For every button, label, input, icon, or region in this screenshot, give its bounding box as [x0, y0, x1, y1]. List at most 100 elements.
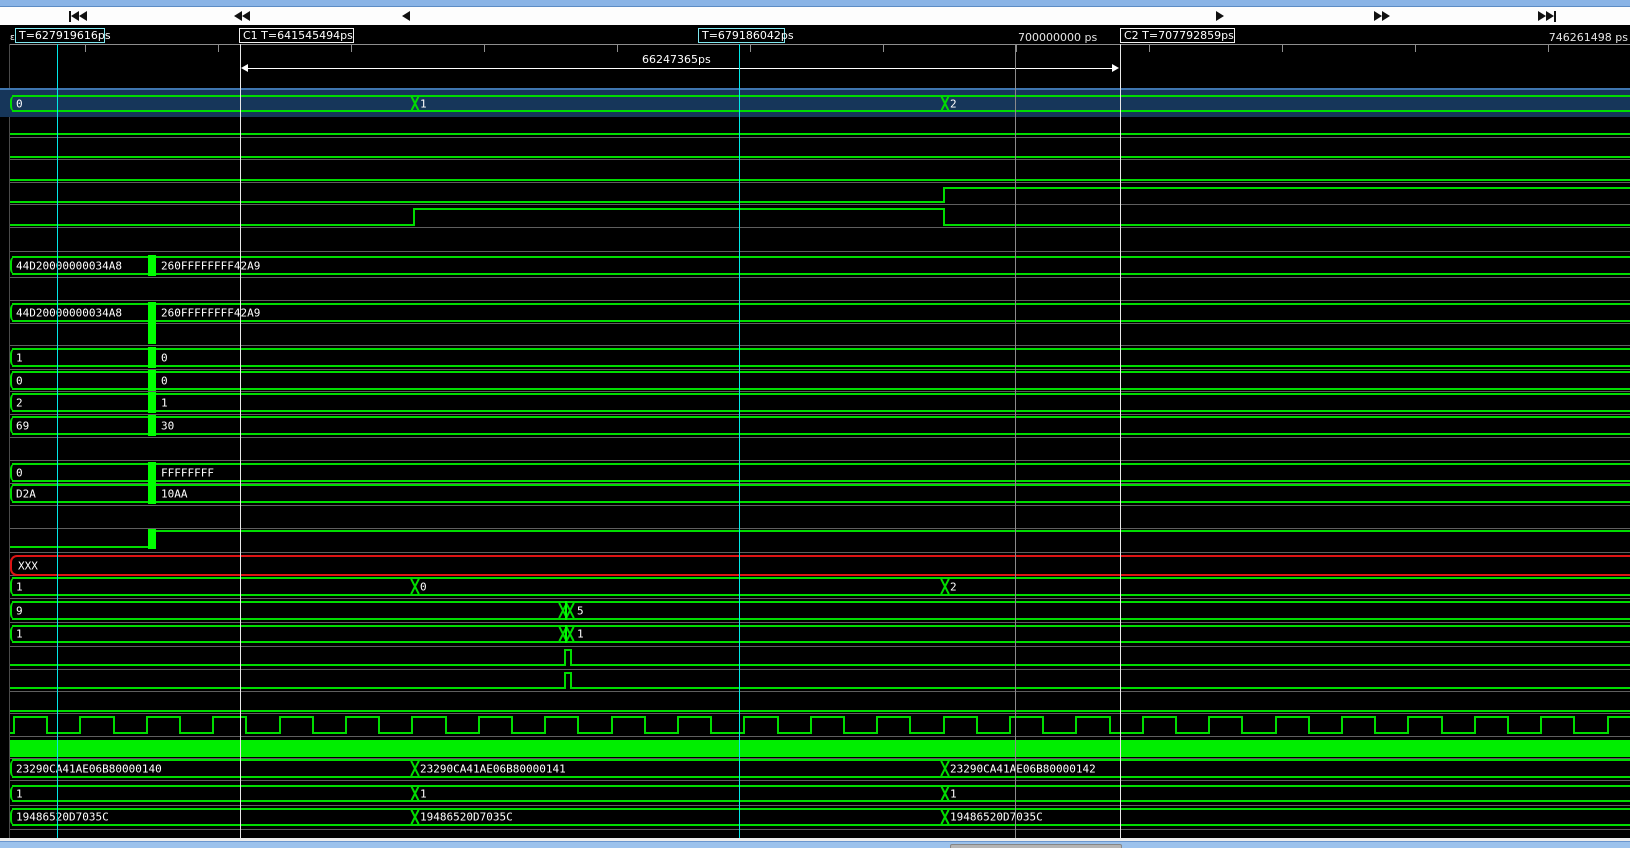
bus-value: 0	[161, 374, 168, 387]
fast-forward-icon[interactable]	[1374, 10, 1390, 22]
row-separator	[10, 437, 1630, 438]
clock-edge	[1341, 716, 1343, 734]
bus-bottom-line	[12, 776, 1630, 778]
clock-edge	[611, 716, 613, 734]
bus-glitch-icon	[565, 601, 567, 620]
bus-value: 260FFFFFFFF42A9	[161, 306, 260, 319]
clock-line	[412, 716, 445, 718]
bus-transition-icon	[940, 578, 948, 595]
bus-value: 0	[420, 580, 427, 593]
bus-top-line	[12, 371, 1630, 373]
bus-value: 2	[950, 580, 957, 593]
bus-left-cap	[10, 463, 18, 482]
marker-box-c2[interactable]: C2 T=707792859ps	[1120, 28, 1235, 43]
bus-value: 1	[420, 787, 427, 800]
bus-bottom-line	[12, 410, 1630, 412]
signal-edge	[564, 649, 566, 666]
bus-transition-icon	[410, 760, 418, 777]
signal-line	[10, 201, 944, 203]
bus-left-cap	[10, 416, 18, 435]
signal-line	[10, 224, 414, 226]
timescale-tick	[85, 45, 86, 52]
clock-edge	[478, 716, 480, 734]
bus-glitch-icon	[148, 370, 156, 391]
arrow-head-left	[241, 64, 248, 72]
timescale-tick	[750, 45, 751, 52]
bus-left-cap	[10, 303, 18, 322]
clock-line	[645, 732, 678, 734]
marker-box-t[interactable]: T=679186042ps	[698, 28, 785, 43]
clock-edge	[1407, 716, 1409, 734]
clock-line	[1574, 732, 1607, 734]
clock-line	[512, 732, 545, 734]
timescale-tick	[484, 45, 485, 52]
bus-bottom-line	[12, 800, 1630, 802]
clock-line	[877, 716, 910, 718]
clock-line	[1176, 732, 1209, 734]
clock-line	[1209, 716, 1242, 718]
clock-edge	[212, 716, 214, 734]
clock-line	[47, 732, 80, 734]
clock-line	[612, 716, 645, 718]
timescale-tick	[1282, 45, 1283, 52]
timescale-gridline	[1015, 44, 1016, 838]
bus-left-cap	[10, 625, 18, 643]
clock-line	[1242, 732, 1275, 734]
step-forward-icon[interactable]	[1216, 10, 1224, 22]
clock-edge	[1540, 716, 1542, 734]
signal-line	[571, 687, 1630, 689]
bus-value: 19486520D7035C	[16, 811, 109, 824]
undefined-value-label: XXX	[18, 559, 38, 572]
bus-value: 0	[161, 351, 168, 364]
clock-line	[1076, 716, 1109, 718]
skip-to-start-icon[interactable]	[69, 10, 87, 22]
bus-top-line	[12, 785, 1630, 787]
bus-bottom-line	[12, 480, 1630, 482]
clock-line	[114, 732, 147, 734]
fast-forward-icon-part	[1382, 11, 1390, 21]
timescale-major-label: 700000000 ps	[1018, 31, 1097, 44]
bus-value: 23290CA41AE06B80000142	[950, 762, 1096, 775]
rewind-icon-part	[234, 11, 242, 21]
clock-line	[1276, 716, 1309, 718]
signal-line	[10, 664, 565, 666]
rewind-icon[interactable]	[234, 10, 250, 22]
wave-row-toggling-fill[interactable]	[10, 740, 1630, 757]
bus-top-line	[12, 759, 1630, 761]
clock-line	[80, 716, 113, 718]
bus-top-line	[12, 577, 1630, 579]
bus-bottom-line	[12, 501, 1630, 503]
skip-to-start-icon-part	[79, 11, 87, 21]
marker-box-primary[interactable]: T=627919616ps	[15, 28, 105, 43]
bus-bottom-line	[12, 824, 1630, 826]
clock-edge	[943, 716, 945, 734]
bus-value: 2	[950, 97, 957, 110]
navigation-toolbar	[0, 7, 1630, 27]
bus-transition-icon	[940, 786, 948, 801]
clock-edge	[743, 716, 745, 734]
horizontal-scrollbar-thumb[interactable]	[950, 844, 1122, 848]
bus-glitch-icon	[148, 415, 156, 436]
skip-to-end-icon-part	[1554, 11, 1556, 22]
clock-edge	[79, 716, 81, 734]
bus-glitch-icon	[148, 255, 156, 276]
timescale-baseline	[10, 44, 1630, 45]
step-back-icon[interactable]	[402, 10, 410, 22]
marker-box-c1[interactable]: C1 T=641545494ps	[239, 28, 354, 43]
bus-bottom-line	[12, 365, 1630, 367]
clock-line	[246, 732, 279, 734]
bus-bottom-line	[12, 594, 1630, 596]
step-back-icon-part	[402, 11, 410, 21]
wave-row-glitch[interactable]	[0, 324, 1630, 343]
clock-line	[446, 732, 479, 734]
bus-top-line	[12, 95, 1630, 97]
horizontal-scrollbar-track[interactable]	[0, 841, 1630, 848]
skip-to-end-icon[interactable]	[1538, 10, 1556, 22]
clock-line	[578, 732, 611, 734]
timescale-tick	[1548, 45, 1549, 52]
step-forward-icon-part	[1216, 11, 1224, 21]
bus-bottom-line	[12, 273, 1630, 275]
t-marker-line	[739, 44, 740, 838]
signal-line	[944, 224, 1630, 226]
clock-line	[944, 716, 977, 718]
